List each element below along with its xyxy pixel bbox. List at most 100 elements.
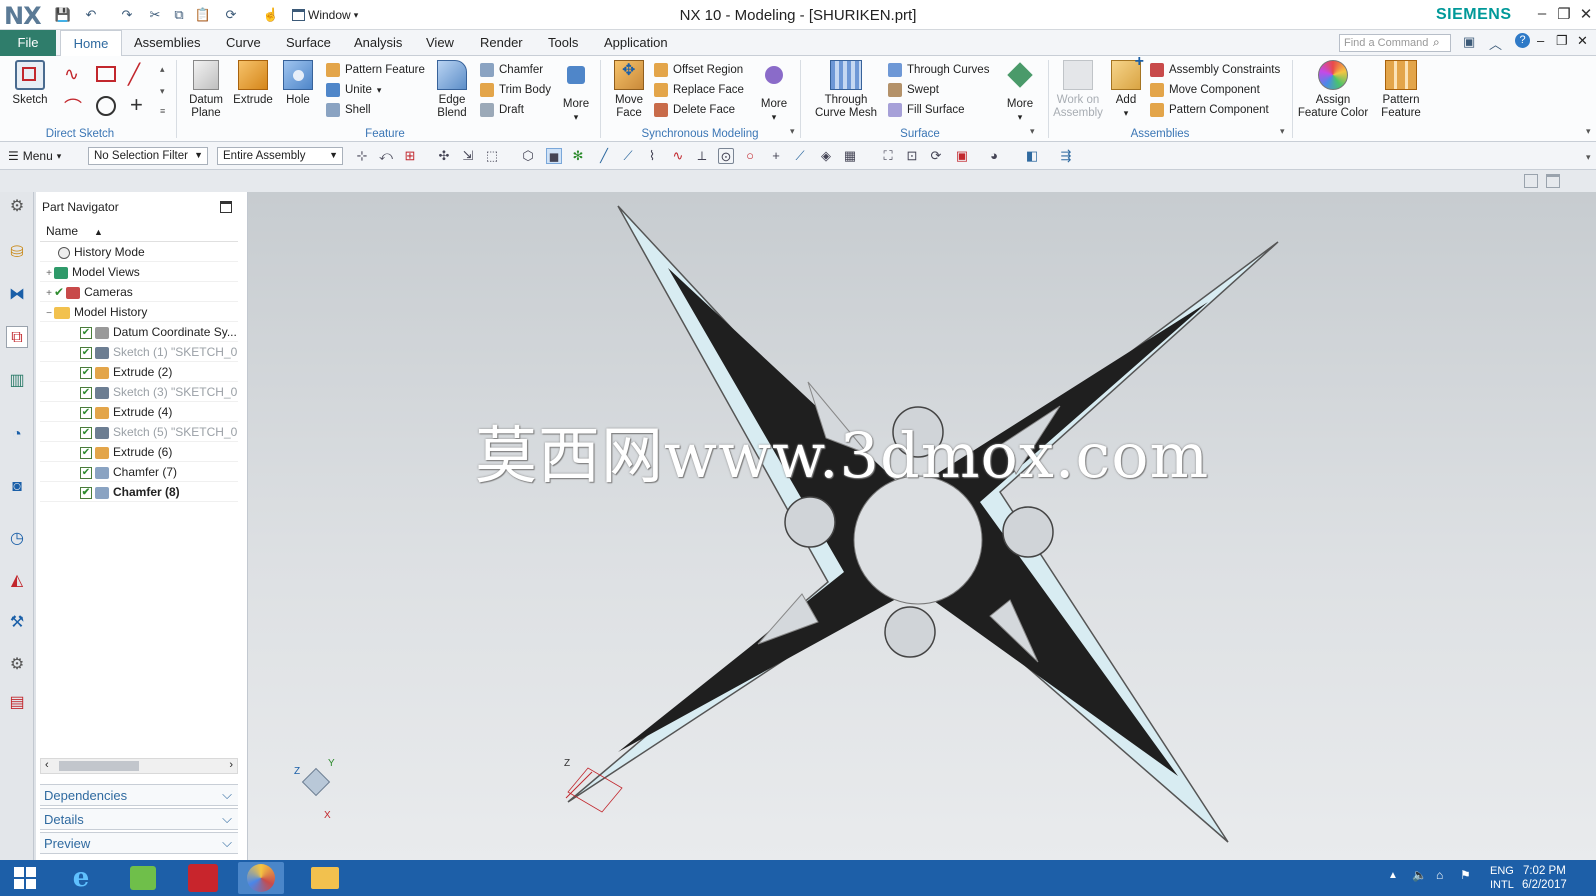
curve-select-icon[interactable]: ╱ [596, 148, 612, 164]
tab-home[interactable]: Home [60, 30, 122, 56]
settings-icon[interactable]: ⚙ [6, 196, 28, 218]
move-component-button[interactable]: Move Component [1150, 80, 1280, 100]
repeat-command-icon[interactable]: ⟳ [222, 6, 240, 24]
history-icon[interactable]: ◷ [6, 528, 28, 550]
deselect-icon[interactable]: ⤺ [378, 148, 394, 164]
sketch-button[interactable]: Sketch [6, 60, 54, 107]
unite-button[interactable]: Unite ▾ [326, 80, 425, 100]
tree-item-extrude-2[interactable]: ✔ Extrude (2) [40, 362, 238, 382]
tab-curve[interactable]: Curve [218, 30, 269, 56]
tab-render[interactable]: Render [472, 30, 531, 56]
horizontal-scrollbar[interactable]: ‹ › [40, 758, 238, 774]
tangent-curve-icon[interactable]: ⌇ [644, 148, 660, 164]
action-center-flag-icon[interactable]: ⚑ [1460, 868, 1471, 882]
rectangle-select-icon[interactable]: ⬚ [484, 148, 500, 164]
group-expand-icon[interactable]: ▾ [1030, 126, 1035, 137]
shell-button[interactable]: Shell [326, 100, 425, 120]
tree-item-history-mode[interactable]: History Mode [40, 242, 238, 262]
scroll-down-icon[interactable]: ▾ [160, 86, 165, 97]
selection-scope-dropdown[interactable]: Entire Assembly ▼ [217, 147, 343, 165]
undo-icon[interactable]: ↶ [82, 6, 100, 24]
visibility-checkbox[interactable]: ✔ [80, 426, 92, 439]
show-hidden-icons-icon[interactable]: ▲ [1388, 870, 1398, 881]
graphics-window[interactable]: Y Z X Z [248, 192, 1596, 860]
expand-icon[interactable]: + [44, 284, 54, 301]
manufacturing-wizard-icon[interactable]: ⚙ [6, 654, 28, 676]
roles-icon[interactable]: ▤ [6, 692, 28, 714]
point-on-face-icon[interactable]: ◈ [818, 148, 834, 164]
trim-body-button[interactable]: Trim Body [480, 80, 551, 100]
tree-item-sketch-5[interactable]: ✔ Sketch (5) "SKETCH_0... [40, 422, 238, 442]
restore-button[interactable]: ❐ [1554, 5, 1574, 25]
start-button[interactable] [2, 862, 48, 894]
system-clock[interactable]: 7:02 PM 6/2/2017 [1522, 864, 1567, 892]
visibility-checkbox[interactable]: ✔ [80, 446, 92, 459]
help-icon[interactable]: ? [1515, 33, 1530, 48]
quick-pick-icon[interactable]: ✣ [436, 148, 452, 164]
web-browser-icon[interactable]: ◙ [6, 476, 28, 498]
quadrant-point-icon[interactable]: ○ [742, 148, 758, 164]
body-select-icon[interactable]: ⬡ [520, 148, 536, 164]
circle-icon[interactable] [96, 96, 116, 116]
window-options-icon[interactable]: ▣ [1463, 34, 1475, 50]
process-studio-icon[interactable]: ⚒ [6, 612, 28, 634]
fill-surface-button[interactable]: Fill Surface [888, 100, 989, 120]
notepad-button[interactable] [120, 862, 166, 894]
delete-face-button[interactable]: Delete Face [654, 100, 744, 120]
pattern-feature-large-button[interactable]: Pattern Feature [1372, 60, 1430, 120]
network-icon[interactable]: ⌂ [1436, 868, 1443, 882]
ribbon-options-icon[interactable]: ▾ [1586, 126, 1591, 137]
connected-curves-icon[interactable]: ∿ [670, 148, 686, 164]
point-icon[interactable]: + [130, 92, 143, 118]
preview-panel-header[interactable]: Preview ⌵ [40, 832, 238, 854]
group-expand-icon[interactable]: ▾ [790, 126, 795, 137]
file-explorer-button[interactable] [302, 862, 348, 894]
view-triad[interactable]: Y Z X [294, 758, 335, 821]
scrollbar-thumb[interactable] [59, 761, 139, 771]
part-navigator-icon[interactable]: ⧉ [6, 326, 28, 348]
offset-region-button[interactable]: Offset Region [654, 60, 744, 80]
arc-icon[interactable]: ⌒ [64, 94, 82, 120]
dependencies-panel-header[interactable]: Dependencies ⌵ [40, 784, 238, 806]
chamfer-button[interactable]: Chamfer [480, 60, 551, 80]
existing-point-icon[interactable]: + [768, 148, 784, 164]
visibility-checkbox[interactable]: ✔ [80, 326, 92, 339]
snap-point-icon[interactable]: ⊞ [402, 148, 418, 164]
intersection-icon[interactable]: ⟂ [694, 148, 710, 164]
group-expand-icon[interactable]: ▾ [1280, 126, 1285, 137]
view-cube-icon[interactable]: ◧ [1024, 148, 1040, 164]
swept-button[interactable]: Swept [888, 80, 989, 100]
extrude-button[interactable]: Extrude [230, 60, 276, 107]
tree-item-sketch-3[interactable]: ✔ Sketch (3) "SKETCH_0... [40, 382, 238, 402]
menu-button[interactable]: ☰ Menu ▾ [8, 147, 61, 165]
more-surface-button[interactable]: More ▾ [1002, 62, 1038, 124]
profile-icon[interactable]: ∿ [64, 64, 79, 85]
select-all-icon[interactable]: ⊹ [354, 148, 370, 164]
system-materials-icon[interactable]: ◭ [6, 570, 28, 592]
column-header-name[interactable]: Name ▲ [40, 222, 238, 242]
edge-blend-button[interactable]: Edge Blend [430, 60, 474, 120]
window-menu[interactable]: Window ▾ [292, 5, 358, 25]
tab-tools[interactable]: Tools [540, 30, 586, 56]
expand-icon[interactable]: + [44, 264, 54, 281]
internet-explorer-button[interactable]: e [58, 862, 104, 894]
visibility-checkbox[interactable]: ✔ [80, 366, 92, 379]
center-point-icon[interactable]: ⊙ [718, 148, 734, 164]
rectangle-icon[interactable] [96, 66, 116, 82]
more-feature-button[interactable]: More ▾ [558, 66, 594, 124]
tree-item-cameras[interactable]: + ✔ Cameras [40, 282, 238, 302]
copy-icon[interactable]: ⧉ [170, 6, 188, 24]
fit-view-icon[interactable]: ⛶ [880, 148, 896, 164]
solid-select-icon[interactable]: ◼ [546, 148, 562, 164]
line-icon[interactable]: ╱ [128, 62, 140, 87]
selection-filter-dropdown[interactable]: No Selection Filter ▼ [88, 147, 208, 165]
point-on-curve-icon[interactable]: ⟋ [792, 148, 808, 164]
pattern-component-button[interactable]: Pattern Component [1150, 100, 1280, 120]
replace-face-button[interactable]: Replace Face [654, 80, 744, 100]
feature-select-icon[interactable]: ⇲ [460, 148, 476, 164]
assign-feature-color-button[interactable]: Assign Feature Color [1296, 60, 1370, 120]
redo-icon[interactable]: ↷ [118, 6, 136, 24]
tab-analysis[interactable]: Analysis [346, 30, 410, 56]
draft-button[interactable]: Draft [480, 100, 551, 120]
tree-item-sketch-1[interactable]: ✔ Sketch (1) "SKETCH_0... [40, 342, 238, 362]
